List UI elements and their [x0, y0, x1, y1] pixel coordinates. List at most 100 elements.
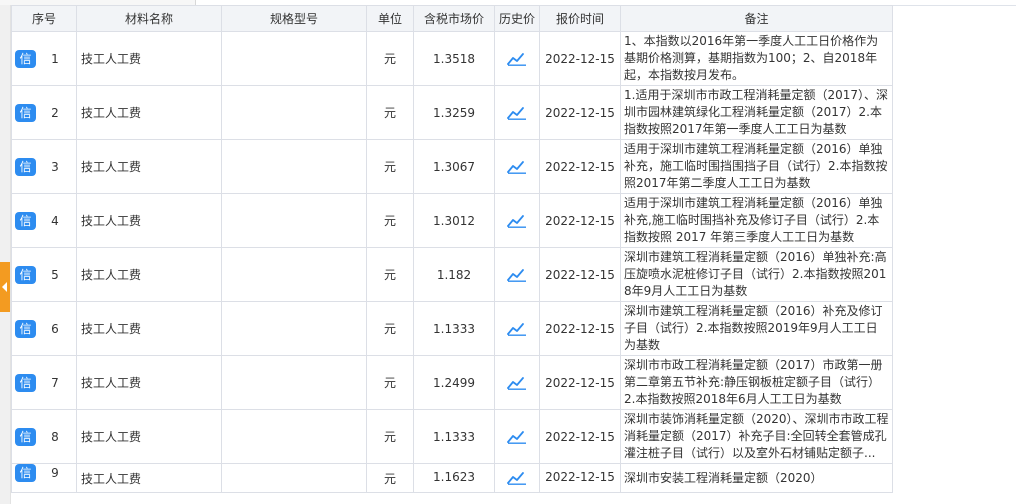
history-cell: [494, 247, 540, 302]
info-badge[interactable]: 信: [15, 319, 36, 338]
quote-date: 2022-12-15: [539, 139, 621, 194]
trend-chart-icon[interactable]: [507, 471, 527, 485]
material-name: 技工人工费: [76, 85, 222, 140]
info-badge[interactable]: 信: [15, 211, 36, 230]
history-cell: [494, 31, 540, 86]
spec-cell: [221, 85, 367, 140]
unit-cell: 元: [366, 193, 414, 248]
history-cell: [494, 85, 540, 140]
seq-number: 1: [51, 51, 59, 66]
table-row[interactable]: 信 1 技工人工费 元 1.3518 2022-12-15 1、本指数以2016…: [11, 31, 893, 86]
price-cell: 1.1333: [413, 301, 495, 356]
collapse-panel-handle[interactable]: [0, 262, 10, 312]
spec-cell: [221, 463, 367, 493]
price-cell: 1.1623: [413, 463, 495, 493]
trend-chart-icon[interactable]: [507, 268, 527, 282]
trend-chart-icon[interactable]: [507, 106, 527, 120]
price-cell: 1.2499: [413, 355, 495, 410]
trend-chart-icon[interactable]: [507, 160, 527, 174]
material-name: 技工人工费: [76, 247, 222, 302]
spec-cell: [221, 139, 367, 194]
seq-cell: 信 3: [11, 139, 77, 194]
info-badge[interactable]: 信: [15, 103, 36, 122]
note-cell: 深圳市装饰消耗量定额（2020）、深圳市市政工程消耗量定额（2017）补充子目:…: [620, 409, 893, 464]
note-cell: 深圳市建筑工程消耗量定额（2016）单独补充:高压旋喷水泥桩修订子目（试行）2.…: [620, 247, 893, 302]
price-cell: 1.3518: [413, 31, 495, 86]
note-cell: 1、本指数以2016年第一季度人工工日价格作为基期价格测算，基期指数为100；2…: [620, 31, 893, 86]
seq-cell: 信 2: [11, 85, 77, 140]
info-badge[interactable]: 信: [15, 265, 36, 284]
material-name: 技工人工费: [76, 301, 222, 356]
quote-date: 2022-12-15: [539, 31, 621, 86]
spec-cell: [221, 247, 367, 302]
spec-cell: [221, 355, 367, 410]
trend-chart-icon[interactable]: [507, 322, 527, 336]
note-cell: 深圳市市政工程消耗量定额（2017）市政第一册第二章第五节补充:静压钢板桩定额子…: [620, 355, 893, 410]
header-note[interactable]: 备注: [620, 5, 893, 32]
info-badge[interactable]: 信: [15, 373, 36, 392]
spec-cell: [221, 31, 367, 86]
table-row[interactable]: 信 6 技工人工费 元 1.1333 2022-12-15 深圳市建筑工程消耗量…: [11, 301, 893, 356]
seq-cell: 信 1: [11, 31, 77, 86]
seq-number: 9: [51, 466, 59, 480]
spec-cell: [221, 193, 367, 248]
header-history[interactable]: 历史价: [494, 5, 540, 32]
table-row[interactable]: 信 4 技工人工费 元 1.3012 2022-12-15 适用于深圳市建筑工程…: [11, 193, 893, 248]
trend-chart-icon[interactable]: [507, 430, 527, 444]
quote-date: 2022-12-15: [539, 409, 621, 464]
header-price[interactable]: 含税市场价: [413, 5, 495, 32]
trend-chart-icon[interactable]: [507, 52, 527, 66]
material-name: 技工人工费: [76, 355, 222, 410]
unit-cell: 元: [366, 355, 414, 410]
seq-cell: 信 4: [11, 193, 77, 248]
unit-cell: 元: [366, 463, 414, 493]
note-cell: 1.适用于深圳市市政工程消耗量定额（2017）、深圳市园林建筑绿化工程消耗量定额…: [620, 85, 893, 140]
quote-date: 2022-12-15: [539, 463, 621, 493]
table-row[interactable]: 信 3 技工人工费 元 1.3067 2022-12-15 适用于深圳市建筑工程…: [11, 139, 893, 194]
seq-number: 2: [51, 105, 59, 120]
unit-cell: 元: [366, 139, 414, 194]
price-cell: 1.3259: [413, 85, 495, 140]
quote-date: 2022-12-15: [539, 355, 621, 410]
seq-number: 7: [51, 375, 59, 390]
header-unit[interactable]: 单位: [366, 5, 414, 32]
info-badge[interactable]: 信: [15, 157, 36, 176]
seq-cell: 信 9: [11, 463, 77, 493]
header-seq[interactable]: 序号: [11, 5, 77, 32]
trend-chart-icon[interactable]: [507, 376, 527, 390]
quote-date: 2022-12-15: [539, 193, 621, 248]
price-table: 序号 材料名称 规格型号 单位 含税市场价 历史价 报价时间 备注 信 1 技工…: [11, 5, 893, 493]
seq-cell: 信 8: [11, 409, 77, 464]
info-badge[interactable]: 信: [15, 427, 36, 446]
unit-cell: 元: [366, 85, 414, 140]
table-header-row: 序号 材料名称 规格型号 单位 含税市场价 历史价 报价时间 备注: [11, 5, 893, 32]
info-badge[interactable]: 信: [15, 49, 36, 68]
seq-number: 5: [51, 267, 59, 282]
note-cell: 适用于深圳市建筑工程消耗量定额（2016）单独补充,施工临时围挡补充及修订子目（…: [620, 193, 893, 248]
spec-cell: [221, 301, 367, 356]
seq-number: 6: [51, 321, 59, 336]
header-spec[interactable]: 规格型号: [221, 5, 367, 32]
header-quote-date[interactable]: 报价时间: [539, 5, 621, 32]
history-cell: [494, 355, 540, 410]
seq-number: 8: [51, 429, 59, 444]
table-row[interactable]: 信 9 技工人工费 元 1.1623 2022-12-15 深圳市安装工程消耗量…: [11, 463, 893, 493]
history-cell: [494, 139, 540, 194]
table-row[interactable]: 信 5 技工人工费 元 1.182 2022-12-15 深圳市建筑工程消耗量定…: [11, 247, 893, 302]
header-material-name[interactable]: 材料名称: [76, 5, 222, 32]
note-cell: 深圳市建筑工程消耗量定额（2016）补充及修订子目（试行）2.本指数按照2019…: [620, 301, 893, 356]
table-row[interactable]: 信 8 技工人工费 元 1.1333 2022-12-15 深圳市装饰消耗量定额…: [11, 409, 893, 464]
info-badge[interactable]: 信: [15, 464, 36, 482]
trend-chart-icon[interactable]: [507, 214, 527, 228]
note-cell: 适用于深圳市建筑工程消耗量定额（2016）单独补充，施工临时围挡围挡子目（试行）…: [620, 139, 893, 194]
left-side-panel: [0, 5, 11, 504]
seq-number: 4: [51, 213, 59, 228]
history-cell: [494, 409, 540, 464]
price-cell: 1.3012: [413, 193, 495, 248]
history-cell: [494, 193, 540, 248]
table-row[interactable]: 信 7 技工人工费 元 1.2499 2022-12-15 深圳市市政工程消耗量…: [11, 355, 893, 410]
unit-cell: 元: [366, 247, 414, 302]
material-name: 技工人工费: [76, 409, 222, 464]
material-name: 技工人工费: [76, 31, 222, 86]
table-row[interactable]: 信 2 技工人工费 元 1.3259 2022-12-15 1.适用于深圳市市政…: [11, 85, 893, 140]
